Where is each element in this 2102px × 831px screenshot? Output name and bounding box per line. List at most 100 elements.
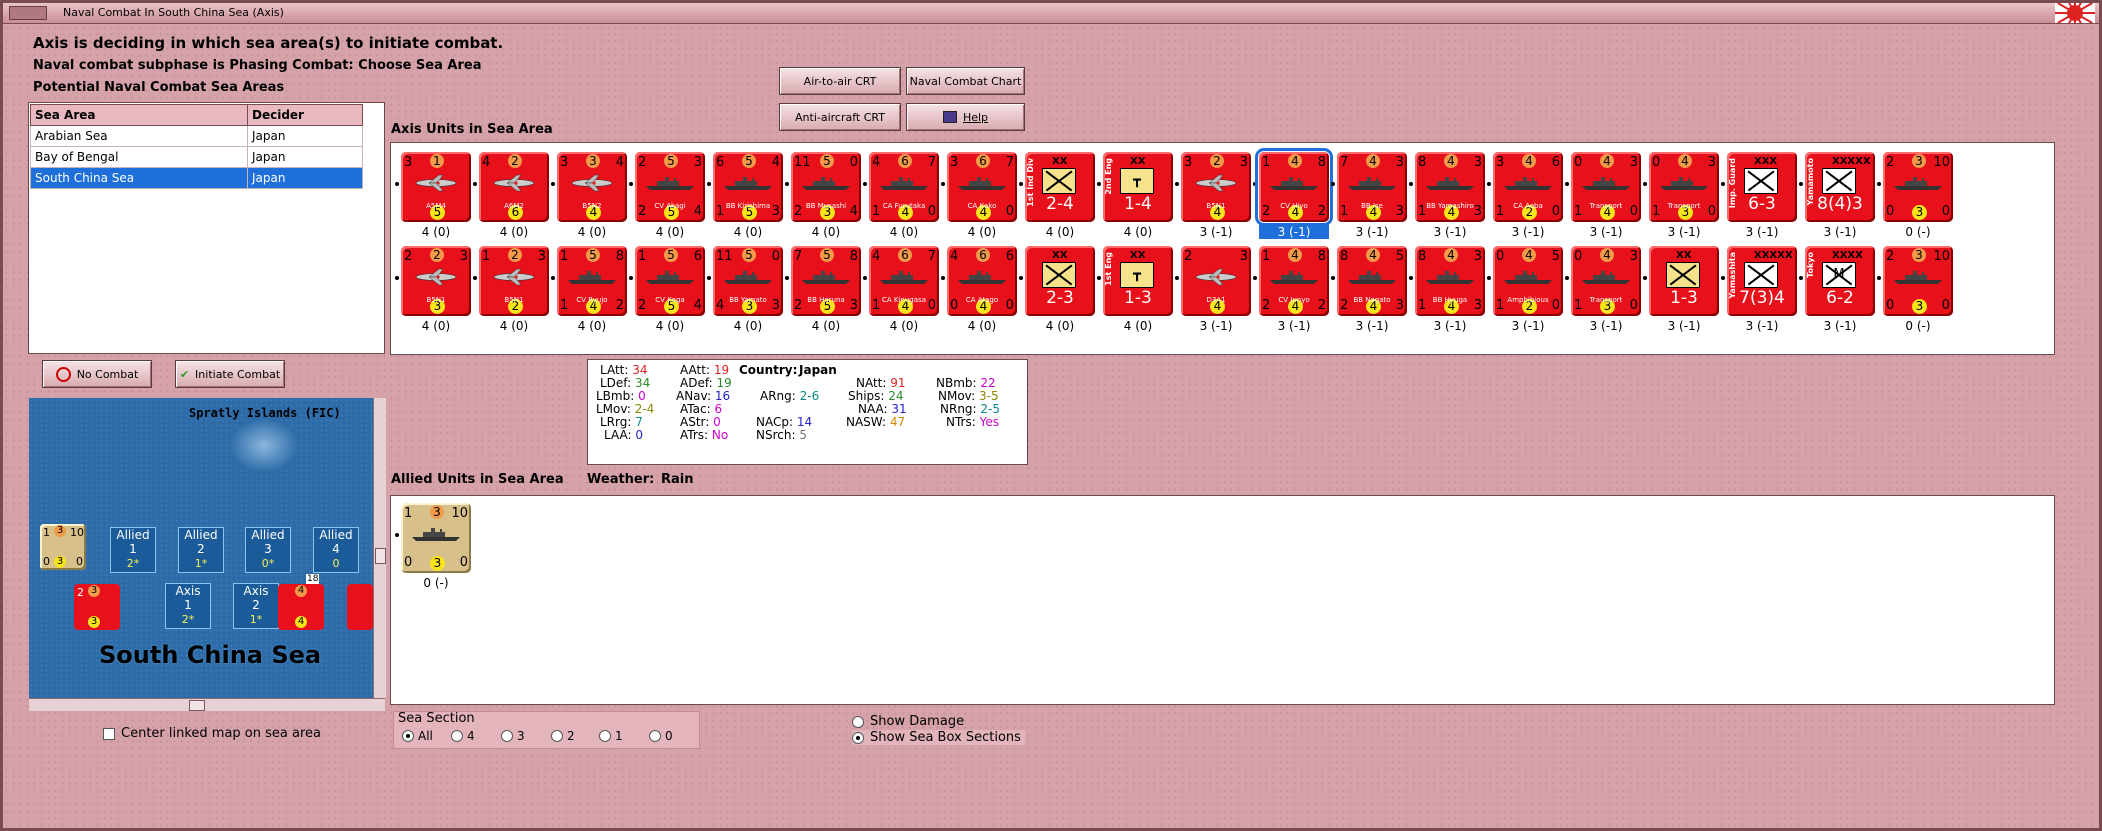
map-horizontal-scrollbar[interactable] (29, 698, 385, 711)
ship-counter[interactable]: 3 6 7 4 0 CA Kako (947, 152, 1017, 222)
land-counter[interactable]: XX 1st Ind Div 2-4 (1025, 152, 1095, 222)
unit-counter-slot[interactable]: 11 5 0 2 3 4 BB Musashi 4 (0) (782, 148, 861, 239)
help-button[interactable]: Help (906, 103, 1025, 131)
unit-counter-slot[interactable]: 2 3 10 0 3 0 0 (-) (1874, 148, 1953, 239)
map-allied-box-1[interactable]: Allied 1 2* (110, 527, 156, 573)
sea-area-row-selected[interactable]: South China Sea Japan (30, 167, 363, 189)
ship-counter[interactable]: 1 4 8 2 4 2 CV Hiyo (1255, 148, 1333, 226)
ship-counter[interactable]: 2 3 10 0 3 0 (1883, 152, 1953, 222)
air-counter[interactable]: 2 2 3 3 B5N1 (401, 246, 471, 316)
unit-counter-slot[interactable]: 4 6 7 1 4 0 CA Furutaka 4 (0) (860, 148, 939, 239)
ship-counter[interactable]: 8 4 3 1 4 3 BB Hyuga (1415, 246, 1485, 316)
ship-counter[interactable]: 1 5 6 2 5 4 CV Kaga (635, 246, 705, 316)
land-counter[interactable]: XX 1-3 (1649, 246, 1719, 316)
map-allied-stack[interactable]: 1 3 10 030 (40, 524, 86, 570)
ship-counter[interactable]: 11 5 0 2 3 4 BB Musashi (791, 152, 861, 222)
unit-counter-slot[interactable]: 1 5 8 1 4 2 CV Ryujo 4 (0) (548, 242, 627, 333)
air-counter[interactable]: 1 2 3 2 B5N1 (479, 246, 549, 316)
unit-counter-slot[interactable]: 1 4 8 2 4 2 CV Junyo 3 (-1) (1250, 242, 1329, 333)
unit-counter-slot[interactable]: ┳ XX 1st Eng 1-3 4 (0) (1094, 242, 1173, 333)
unit-counter-slot[interactable]: XXXXX Yamashita 7(3)4 3 (-1) (1718, 242, 1797, 333)
ship-counter[interactable]: 6 5 4 1 5 3 BB Kirishima (713, 152, 783, 222)
unit-counter-slot[interactable]: 3 4 6 1 2 0 CA Aoba 3 (-1) (1484, 148, 1563, 239)
naval-combat-chart-button[interactable]: Naval Combat Chart (906, 67, 1025, 95)
radio-icon[interactable] (551, 730, 563, 742)
sea-section-option-0[interactable]: 0 (649, 729, 673, 743)
map-vscroll-thumb[interactable] (375, 548, 386, 564)
ship-counter[interactable]: 2 3 10 0 3 0 (1883, 246, 1953, 316)
map-hscroll-thumb[interactable] (189, 700, 205, 711)
sea-section-option-1[interactable]: 1 (599, 729, 623, 743)
unit-counter-slot[interactable]: 3 1 5 A5M4 4 (0) (392, 148, 471, 239)
unit-counter-slot[interactable]: 2 3 4 D3A1 3 (-1) (1172, 242, 1251, 333)
map-axis-box-1[interactable]: Axis 1 2* (165, 583, 211, 629)
unit-counter-slot[interactable]: 6 5 4 1 5 3 BB Kirishima 4 (0) (704, 148, 783, 239)
land-counter[interactable]: ┳ XX 2nd Eng 1-4 (1103, 152, 1173, 222)
map-axis-stack-2[interactable]: 18 4 4 (278, 574, 324, 630)
map-axis-stack-3[interactable] (347, 584, 373, 630)
land-counter[interactable]: XX 2-3 (1025, 246, 1095, 316)
map-allied-box-2[interactable]: Allied 2 1* (178, 527, 224, 573)
unit-counter-slot[interactable]: XXXXX Yamamoto 8(4)3 3 (-1) (1796, 148, 1875, 239)
unit-counter-slot[interactable]: 0 4 3 1 3 0 Transport 3 (-1) (1640, 148, 1719, 239)
radio-icon[interactable] (451, 730, 463, 742)
map-allied-box-3[interactable]: Allied 3 0* (245, 527, 291, 573)
unit-counter-slot[interactable]: 0 4 3 1 3 0 Transport 3 (-1) (1562, 242, 1641, 333)
center-map-checkbox[interactable]: Center linked map on sea area (103, 726, 321, 741)
unit-counter-slot[interactable]: 0 4 3 1 4 0 Transport 3 (-1) (1562, 148, 1641, 239)
air-to-air-crt-button[interactable]: Air-to-air CRT (779, 67, 901, 95)
radio-icon[interactable] (402, 730, 414, 742)
air-counter[interactable]: 3 1 5 A5M4 (401, 152, 471, 222)
unit-counter-slot[interactable]: 8 4 5 2 4 3 BB Nagato 3 (-1) (1328, 242, 1407, 333)
unit-counter-slot[interactable]: M XXXX Tokyo 6-2 3 (-1) (1796, 242, 1875, 333)
unit-counter-slot[interactable]: 3 2 3 4 B5N1 3 (-1) (1172, 148, 1251, 239)
unit-counter-slot[interactable]: XXX Imp. Guard 6-3 3 (-1) (1718, 148, 1797, 239)
show-sea-box-sections-radio[interactable]: Show Sea Box Sections (852, 730, 1025, 745)
sea-area-header[interactable]: Sea Area (30, 104, 248, 126)
ship-counter[interactable]: 4 6 7 1 4 0 CA Kinugasa (869, 246, 939, 316)
ship-counter[interactable]: 0 4 3 1 3 0 Transport (1649, 152, 1719, 222)
ship-counter[interactable]: 0 4 3 1 4 0 Transport (1571, 152, 1641, 222)
land-counter[interactable]: XXX Imp. Guard 6-3 (1727, 152, 1797, 222)
unit-counter-slot[interactable]: 7 5 8 2 5 3 BB Haruna 4 (0) (782, 242, 861, 333)
unit-counter-slot[interactable]: XX 1-3 3 (-1) (1640, 242, 1719, 333)
air-counter[interactable]: 4 2 6 A6M2 (479, 152, 549, 222)
unit-counter-slot[interactable]: 2 5 3 2 5 4 CV Akagi 4 (0) (626, 148, 705, 239)
unit-counter-slot[interactable]: XX 2-3 4 (0) (1016, 242, 1095, 333)
ship-counter[interactable]: 0 4 3 1 3 0 Transport (1571, 246, 1641, 316)
sea-area-row[interactable]: Bay of Bengal Japan (30, 146, 363, 168)
decider-header[interactable]: Decider (247, 104, 363, 126)
radio-icon[interactable] (599, 730, 611, 742)
initiate-combat-button[interactable]: ✔ Initiate Combat (175, 360, 285, 388)
unit-counter-slot[interactable]: 1 5 6 2 5 4 CV Kaga 4 (0) (626, 242, 705, 333)
land-counter[interactable]: XXXXX Yamamoto 8(4)3 (1805, 152, 1875, 222)
show-damage-radio[interactable]: Show Damage (852, 714, 964, 729)
checkbox-box[interactable] (103, 727, 115, 740)
air-counter[interactable]: 3 2 3 4 B5N1 (1181, 152, 1251, 222)
ship-counter[interactable]: 4 6 6 0 4 0 CA Atago (947, 246, 1017, 316)
sea-section-option-4[interactable]: 4 (451, 729, 475, 743)
map-vertical-scrollbar[interactable] (373, 398, 386, 698)
sea-section-option-all[interactable]: All (402, 729, 433, 743)
unit-counter-slot[interactable]: 1 3 10 0 3 0 0 (-) (392, 499, 471, 590)
land-counter[interactable]: M XXXX Tokyo 6-2 (1805, 246, 1875, 316)
window-menu-icon[interactable] (9, 6, 47, 20)
radio-icon[interactable] (852, 731, 864, 744)
sea-area-row[interactable]: Arabian Sea Japan (30, 125, 363, 147)
unit-counter-slot[interactable]: 8 4 3 1 4 3 BB Yamashiro 3 (-1) (1406, 148, 1485, 239)
unit-counter-slot[interactable]: 2 3 10 0 3 0 0 (-) (1874, 242, 1953, 333)
land-counter[interactable]: ┳ XX 1st Eng 1-3 (1103, 246, 1173, 316)
unit-counter-slot[interactable]: 4 6 6 0 4 0 CA Atago 4 (0) (938, 242, 1017, 333)
sea-section-option-3[interactable]: 3 (501, 729, 525, 743)
ship-counter[interactable]: 2 5 3 2 5 4 CV Akagi (635, 152, 705, 222)
map-allied-box-4[interactable]: Allied 4 0 (313, 527, 359, 573)
ship-counter[interactable]: 0 4 5 1 2 0 Amphibious (1493, 246, 1563, 316)
unit-counter-slot[interactable]: 1 2 3 2 B5N1 4 (0) (470, 242, 549, 333)
sea-area-map[interactable]: Spratly Islands (FIC) 1 3 10 030 Allied 1 2*… (29, 398, 373, 698)
unit-counter-slot[interactable]: 4 6 7 1 4 0 CA Kinugasa 4 (0) (860, 242, 939, 333)
ship-counter[interactable]: 8 4 5 2 4 3 BB Nagato (1337, 246, 1407, 316)
anti-aircraft-crt-button[interactable]: Anti-aircraft CRT (779, 103, 901, 131)
unit-counter-slot[interactable]: 7 4 3 1 4 3 BB Ise 3 (-1) (1328, 148, 1407, 239)
unit-counter-slot[interactable]: 3 3 4 4 B5N2 4 (0) (548, 148, 627, 239)
radio-icon[interactable] (501, 730, 513, 742)
